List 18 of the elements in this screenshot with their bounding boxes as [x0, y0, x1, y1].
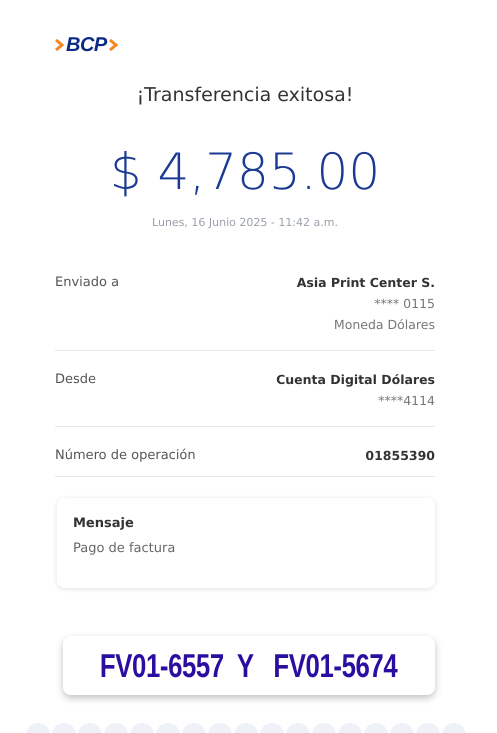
detail-value: **** 0115 — [374, 296, 435, 311]
detail-label: Enviado a — [55, 275, 120, 292]
detail-value: ****4114 — [378, 393, 435, 408]
detail-value: Cuenta Digital Dólares — [276, 372, 435, 387]
detail-label: Número de operación — [55, 448, 196, 463]
bank-logo: BCP — [66, 34, 107, 56]
chevron-icon — [108, 39, 118, 51]
chevron-icon — [55, 39, 64, 51]
detail-value: 01855390 — [365, 448, 435, 463]
amount: $ 4,785.00 — [108, 142, 382, 202]
message-text: Pago de factura — [73, 541, 176, 556]
date-time: Lunes, 16 Junio 2025 - 11:42 a.m. — [151, 216, 339, 229]
note-text: FV01-6557 Y FV01-5674 — [100, 646, 398, 684]
detail-value: Moneda Dólares — [334, 317, 435, 332]
detail-value: Asia Print Center S. — [296, 275, 435, 290]
success-title: ¡Transferencia exitosa! — [136, 84, 354, 106]
message-title: Mensaje — [73, 516, 135, 531]
detail-label: Desde — [55, 372, 96, 389]
